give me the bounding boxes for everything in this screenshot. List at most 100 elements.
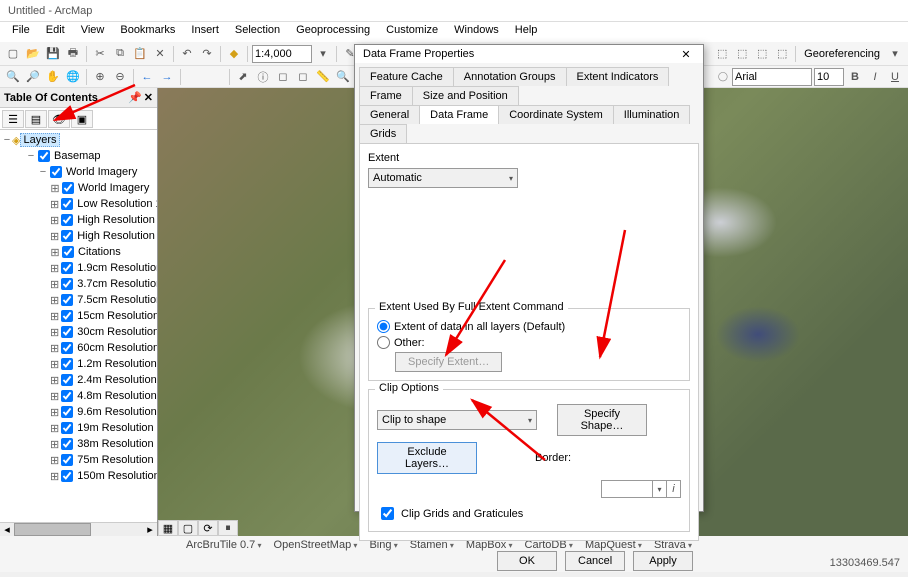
open-icon[interactable]: 📂 xyxy=(24,45,42,63)
layer-checkbox[interactable] xyxy=(61,390,73,402)
layer-checkbox[interactable] xyxy=(61,470,73,482)
select-icon[interactable]: ⬈ xyxy=(234,68,252,86)
layer-checkbox[interactable] xyxy=(50,166,62,178)
italic-icon[interactable]: I xyxy=(866,68,884,86)
layer-label[interactable]: 19m Resolution M xyxy=(75,422,157,434)
expand-icon[interactable]: ⊞ xyxy=(50,342,59,355)
layer-label[interactable]: 7.5cm Resolution xyxy=(75,294,157,306)
redo-icon[interactable]: ↷ xyxy=(198,45,216,63)
identify-icon[interactable]: ⓘ xyxy=(254,68,272,86)
layer-label[interactable]: 2.4m Resolution M xyxy=(75,374,157,386)
menu-edit[interactable]: Edit xyxy=(38,22,73,42)
bold-icon[interactable]: B xyxy=(846,68,864,86)
tree-item[interactable]: −Basemap xyxy=(2,148,155,164)
layer-label[interactable]: World Imagery xyxy=(76,182,151,194)
layer-label[interactable]: High Resolution 3 xyxy=(75,230,157,242)
back-icon[interactable]: ← xyxy=(138,68,156,86)
toc-scrollbar[interactable]: ◂ ▸ xyxy=(0,522,157,536)
layer-label[interactable]: 30cm Resolution N xyxy=(75,326,157,338)
tree-item[interactable]: ⊞75m Resolution M xyxy=(2,452,155,468)
tree-item[interactable]: −World Imagery xyxy=(2,164,155,180)
expand-icon[interactable]: ⊞ xyxy=(50,406,59,419)
expand-icon[interactable]: ⊞ xyxy=(50,422,59,435)
add-data-icon[interactable]: ◆ xyxy=(225,45,243,63)
layer-label[interactable]: 15cm Resolution N xyxy=(75,310,157,322)
layer-checkbox[interactable] xyxy=(61,214,73,226)
copy-icon[interactable]: ⧉ xyxy=(111,45,129,63)
tab-grids[interactable]: Grids xyxy=(359,124,407,143)
underline-icon[interactable]: U xyxy=(886,68,904,86)
border-dropdown-icon[interactable]: ▾ xyxy=(652,481,666,497)
tab-size-position[interactable]: Size and Position xyxy=(412,86,519,105)
tab-illumination[interactable]: Illumination xyxy=(613,105,691,124)
tree-root-label[interactable]: Layers xyxy=(20,133,59,147)
menu-customize[interactable]: Customize xyxy=(378,22,446,42)
layer-checkbox[interactable] xyxy=(61,406,73,418)
expand-icon[interactable]: ⊞ xyxy=(50,278,59,291)
fixed-zoom-in-icon[interactable]: ⊕ xyxy=(91,68,109,86)
layer-tree[interactable]: − ◈ Layers −Basemap−World Imagery⊞World … xyxy=(0,130,157,522)
toc-tab-source[interactable]: ▤ xyxy=(25,110,47,128)
tab-data-frame[interactable]: Data Frame xyxy=(419,105,499,124)
layer-checkbox[interactable] xyxy=(38,150,50,162)
tree-item[interactable]: ⊞ 7.5cm Resolution xyxy=(2,292,155,308)
tab-feature-cache[interactable]: Feature Cache xyxy=(359,67,454,86)
layer-checkbox[interactable] xyxy=(61,294,73,306)
georef-icon2[interactable]: ⬚ xyxy=(733,45,751,63)
tree-item[interactable]: ⊞ High Resolution 3 xyxy=(2,228,155,244)
layer-label[interactable]: 3.7cm Resolution xyxy=(75,278,157,290)
zoom-in-icon[interactable]: 🔍 xyxy=(4,68,22,86)
tree-item[interactable]: ⊞30cm Resolution N xyxy=(2,324,155,340)
expand-icon[interactable]: ⊞ xyxy=(50,230,59,243)
layout-view-icon[interactable]: ▢ xyxy=(178,520,198,536)
tree-item[interactable]: ⊞ 3.7cm Resolution xyxy=(2,276,155,292)
fixed-zoom-out-icon[interactable]: ⊖ xyxy=(111,68,129,86)
layer-checkbox[interactable] xyxy=(61,230,73,242)
border-input[interactable]: ▾ i xyxy=(601,480,681,498)
radio-other-input[interactable] xyxy=(377,336,390,349)
cancel-button[interactable]: Cancel xyxy=(565,551,625,571)
georef-icon3[interactable]: ⬚ xyxy=(753,45,771,63)
pause-icon[interactable]: ⏸ xyxy=(218,520,238,536)
full-extent-icon[interactable]: 🌐 xyxy=(64,68,82,86)
tree-item[interactable]: ⊞Citations xyxy=(2,244,155,260)
tab-general[interactable]: General xyxy=(359,105,420,124)
tree-item[interactable]: ⊞Low Resolution 15 xyxy=(2,196,155,212)
refresh-icon[interactable]: ⟳ xyxy=(198,520,218,536)
layer-label[interactable]: High Resolution 6 xyxy=(75,214,157,226)
expand-icon[interactable]: ⊞ xyxy=(50,262,59,275)
tab-annotation-groups[interactable]: Annotation Groups xyxy=(453,67,567,86)
exclude-layers-button[interactable]: Exclude Layers… xyxy=(377,442,477,474)
pan-icon[interactable]: ✋ xyxy=(44,68,62,86)
cut-icon[interactable]: ✂ xyxy=(91,45,109,63)
tree-item[interactable]: ⊞1.2m Resolution M xyxy=(2,356,155,372)
close-icon[interactable]: ✕ xyxy=(144,91,153,104)
layer-label[interactable]: 1.2m Resolution M xyxy=(75,358,157,370)
layer-label[interactable]: Citations xyxy=(76,246,123,258)
georef-icon4[interactable]: ⬚ xyxy=(773,45,791,63)
expand-icon[interactable]: ⊞ xyxy=(50,470,59,483)
layer-checkbox[interactable] xyxy=(61,358,73,370)
measure-icon[interactable]: 📏 xyxy=(314,68,332,86)
specify-shape-button[interactable]: Specify Shape… xyxy=(557,404,647,436)
scale-dropdown-icon[interactable]: ▾ xyxy=(314,45,332,63)
layer-label[interactable]: 9.6m Resolution M xyxy=(75,406,157,418)
expand-icon[interactable]: ⊞ xyxy=(50,310,59,323)
layer-label[interactable]: Low Resolution 15 xyxy=(75,198,157,210)
tree-item[interactable]: ⊞38m Resolution M xyxy=(2,436,155,452)
menu-bookmarks[interactable]: Bookmarks xyxy=(112,22,183,42)
tool2-icon[interactable]: ◻ xyxy=(274,68,292,86)
layer-checkbox[interactable] xyxy=(61,438,73,450)
find-icon[interactable]: 🔍 xyxy=(334,68,352,86)
clip-grids-checkbox[interactable] xyxy=(381,507,394,520)
layer-label[interactable]: 150m Resolution N xyxy=(75,470,157,482)
tree-item[interactable]: ⊞High Resolution 6 xyxy=(2,212,155,228)
dialog-titlebar[interactable]: Data Frame Properties ✕ xyxy=(355,45,703,63)
expand-icon[interactable]: ⊞ xyxy=(50,438,59,451)
print-icon[interactable]: 🖶 xyxy=(64,45,82,63)
tree-item[interactable]: ⊞2.4m Resolution M xyxy=(2,372,155,388)
expand-icon[interactable]: ⊞ xyxy=(50,294,59,307)
layer-checkbox[interactable] xyxy=(62,182,74,194)
layer-checkbox[interactable] xyxy=(61,262,73,274)
georef-icon1[interactable]: ⬚ xyxy=(713,45,731,63)
